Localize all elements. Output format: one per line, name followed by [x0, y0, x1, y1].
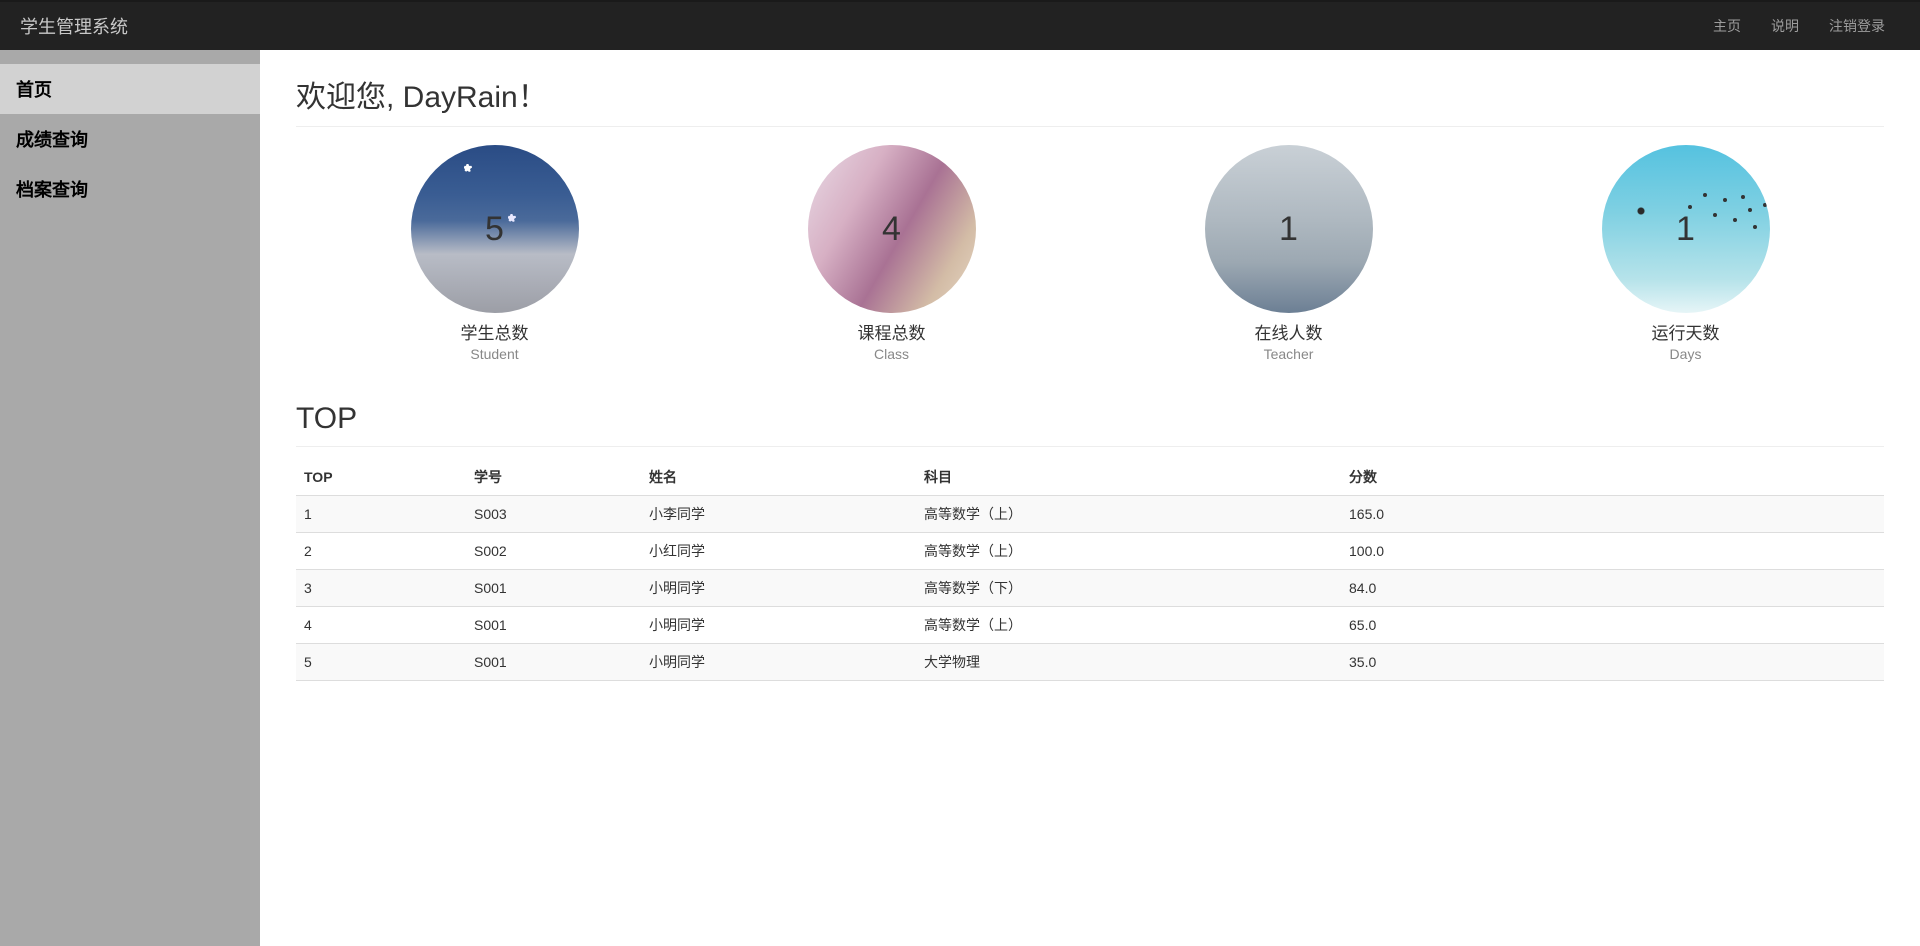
stat-card-students: 5 学生总数 Student	[340, 145, 650, 362]
table-cell: 小明同学	[641, 570, 916, 607]
stat-card-days: 1 运行天数 Days	[1531, 145, 1841, 362]
stat-card-classes: 4 课程总数 Class	[737, 145, 1047, 362]
sidebar-item-grades[interactable]: 成绩查询	[0, 114, 260, 164]
welcome-title: 欢迎您, DayRain！	[296, 72, 1884, 127]
top-navbar: 学生管理系统 主页 说明 注销登录	[0, 0, 1920, 50]
nav-info-link[interactable]: 说明	[1756, 1, 1814, 51]
table-cell: 高等数学（上）	[916, 496, 1341, 533]
table-cell: 100.0	[1341, 533, 1884, 570]
table-cell: S001	[466, 607, 641, 644]
table-cell: 2	[296, 533, 466, 570]
table-cell: 小明同学	[641, 644, 916, 681]
stat-count: 1	[1279, 210, 1298, 249]
sidebar-item-label: 首页	[16, 80, 52, 100]
col-student-id: 学号	[466, 459, 641, 496]
stat-count: 1	[1676, 210, 1695, 249]
nav-logout-link[interactable]: 注销登录	[1814, 1, 1900, 51]
table-cell: 高等数学（上）	[916, 533, 1341, 570]
sidebar-item-label: 档案查询	[16, 180, 88, 200]
stat-subtitle: Student	[340, 346, 650, 362]
stat-subtitle: Teacher	[1134, 346, 1444, 362]
stat-circle-icon: 1	[1602, 145, 1770, 313]
stat-card-online: 1 在线人数 Teacher	[1134, 145, 1444, 362]
stat-circle-icon: 4	[808, 145, 976, 313]
stat-title: 运行天数	[1531, 319, 1841, 344]
stat-title: 课程总数	[737, 319, 1047, 344]
table-header-row: TOP 学号 姓名 科目 分数	[296, 459, 1884, 496]
table-cell: 高等数学（上）	[916, 607, 1341, 644]
table-cell: 高等数学（下）	[916, 570, 1341, 607]
table-cell: 65.0	[1341, 607, 1884, 644]
sidebar-item-label: 成绩查询	[16, 130, 88, 150]
top-links: 主页 说明 注销登录	[1698, 1, 1900, 51]
top-section-title: TOP	[296, 402, 1884, 447]
stat-cards-row: 5 学生总数 Student 4 课程总数 Class 1 在线人数 Teach…	[296, 145, 1884, 362]
table-cell: 165.0	[1341, 496, 1884, 533]
table-cell: S001	[466, 644, 641, 681]
table-row: 4S001小明同学高等数学（上）65.0	[296, 607, 1884, 644]
stat-title: 学生总数	[340, 319, 650, 344]
table-cell: 1	[296, 496, 466, 533]
sidebar: 首页 成绩查询 档案查询	[0, 50, 260, 946]
stat-circle-icon: 1	[1205, 145, 1373, 313]
col-score: 分数	[1341, 459, 1884, 496]
stat-count: 4	[882, 210, 901, 249]
table-row: 2S002小红同学高等数学（上）100.0	[296, 533, 1884, 570]
table-row: 5S001小明同学大学物理35.0	[296, 644, 1884, 681]
table-cell: 小红同学	[641, 533, 916, 570]
table-cell: 3	[296, 570, 466, 607]
table-row: 3S001小明同学高等数学（下）84.0	[296, 570, 1884, 607]
table-cell: 35.0	[1341, 644, 1884, 681]
table-cell: S003	[466, 496, 641, 533]
main-content: 欢迎您, DayRain！ 5 学生总数 Student 4 课程总数 Clas…	[260, 50, 1920, 946]
table-row: 1S003小李同学高等数学（上）165.0	[296, 496, 1884, 533]
top-table: TOP 学号 姓名 科目 分数 1S003小李同学高等数学（上）165.02S0…	[296, 459, 1884, 681]
col-subject: 科目	[916, 459, 1341, 496]
sidebar-item-archive[interactable]: 档案查询	[0, 164, 260, 214]
table-cell: 5	[296, 644, 466, 681]
table-cell: 大学物理	[916, 644, 1341, 681]
sidebar-item-home[interactable]: 首页	[0, 64, 260, 114]
table-cell: S001	[466, 570, 641, 607]
stat-title: 在线人数	[1134, 319, 1444, 344]
stat-circle-icon: 5	[411, 145, 579, 313]
stat-subtitle: Class	[737, 346, 1047, 362]
app-brand: 学生管理系统	[20, 13, 128, 39]
col-top: TOP	[296, 459, 466, 496]
nav-home-link[interactable]: 主页	[1698, 1, 1756, 51]
table-cell: 小李同学	[641, 496, 916, 533]
table-cell: S002	[466, 533, 641, 570]
table-cell: 小明同学	[641, 607, 916, 644]
col-name: 姓名	[641, 459, 916, 496]
stat-count: 5	[485, 210, 504, 249]
page-container: 首页 成绩查询 档案查询 欢迎您, DayRain！ 5 学生总数 Studen…	[0, 50, 1920, 946]
table-cell: 84.0	[1341, 570, 1884, 607]
table-cell: 4	[296, 607, 466, 644]
stat-subtitle: Days	[1531, 346, 1841, 362]
